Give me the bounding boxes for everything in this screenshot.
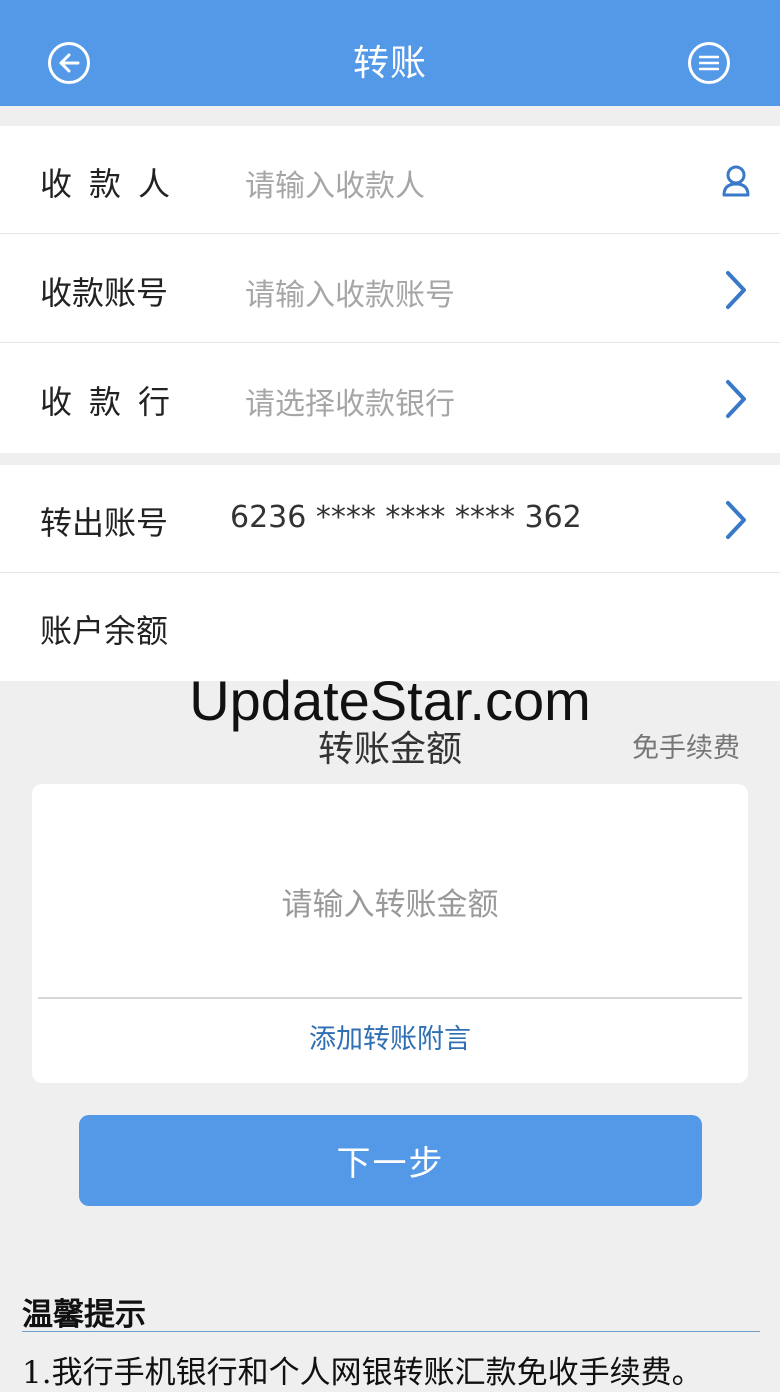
payee-bank-row[interactable]: 收款行 请选择收款银行 <box>0 344 780 452</box>
payee-account-input[interactable]: 请输入收款账号 <box>245 270 455 314</box>
balance-label: 账户余额 <box>40 612 169 650</box>
payee-bank-select[interactable]: 请选择收款银行 <box>245 379 455 423</box>
divider <box>38 997 742 999</box>
menu-button[interactable] <box>688 42 730 84</box>
payee-section: 收款人 请输入收款人 收款账号 请输入收款账号 收款行 请选择收款银行 <box>0 126 780 453</box>
payee-row[interactable]: 收款人 请输入收款人 <box>0 126 780 234</box>
source-account-section: 转出账号 6236 **** **** **** 362 账户余额 <box>0 465 780 681</box>
amount-card: 请输入转账金额 添加转账附言 <box>32 784 748 1083</box>
add-memo-link[interactable]: 添加转账附言 <box>32 1017 748 1056</box>
payee-input[interactable]: 请输入收款人 <box>245 161 425 205</box>
payee-label: 收款人 <box>40 165 188 203</box>
tips-title: 温馨提示 <box>22 1297 146 1333</box>
fee-note: 免手续费 <box>632 733 740 764</box>
payee-bank-label: 收款行 <box>40 383 188 421</box>
next-step-button[interactable]: 下一步 <box>79 1115 702 1206</box>
tip-item: 1.我行手机银行和个人网银转账汇款免收手续费。 <box>22 1355 703 1391</box>
payee-account-label: 收款账号 <box>40 274 169 312</box>
chevron-right-icon[interactable] <box>718 498 754 542</box>
payee-account-row[interactable]: 收款账号 请输入收款账号 <box>0 235 780 343</box>
divider <box>22 1331 760 1332</box>
chevron-right-icon[interactable] <box>718 377 754 421</box>
balance-row: 账户余额 <box>0 573 780 681</box>
from-account-label: 转出账号 <box>40 504 169 542</box>
menu-icon <box>699 55 719 71</box>
from-account-row[interactable]: 转出账号 6236 **** **** **** 362 <box>0 465 780 573</box>
top-bar: 转账 <box>0 0 780 106</box>
from-account-value: 6236 **** **** **** 362 <box>230 500 582 535</box>
chevron-right-icon[interactable] <box>718 268 754 312</box>
contact-person-icon[interactable] <box>718 159 754 203</box>
page-title: 转账 <box>352 43 427 84</box>
amount-input[interactable]: 请输入转账金额 <box>32 879 748 924</box>
